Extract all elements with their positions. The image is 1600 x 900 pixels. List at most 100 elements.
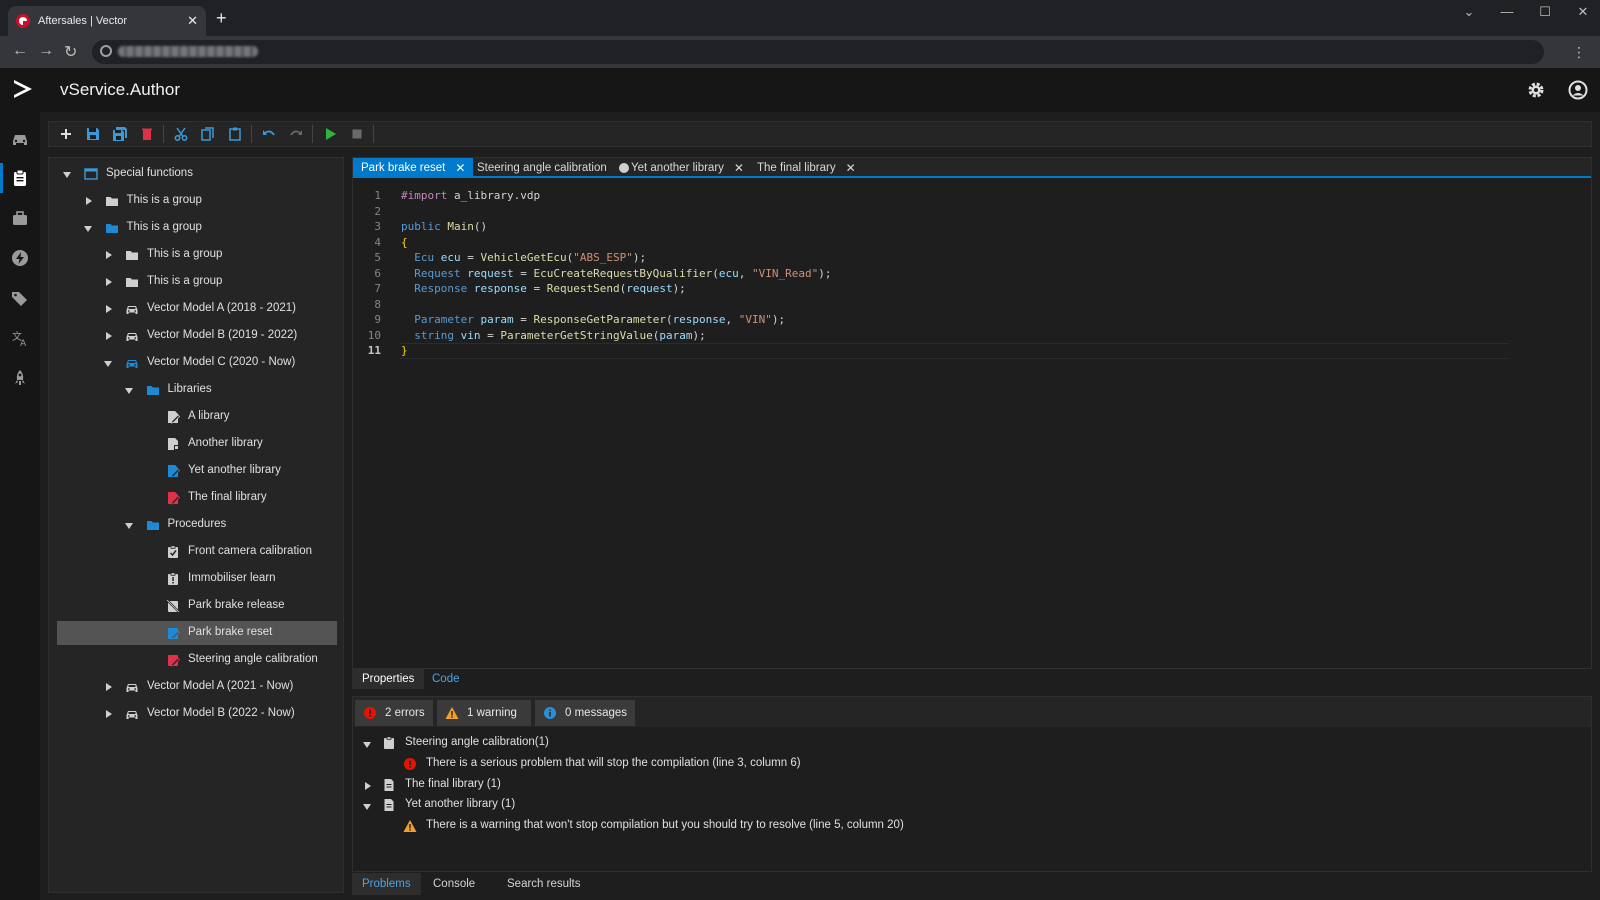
bottom-tab-search-results[interactable]: Search results bbox=[497, 873, 591, 895]
tree-item[interactable]: Vector Model C (2020 - Now) bbox=[57, 351, 337, 375]
toolbox-icon[interactable] bbox=[11, 209, 29, 227]
problem-row[interactable]: There is a serious problem that will sto… bbox=[361, 754, 1581, 774]
chevron-right-icon[interactable] bbox=[84, 196, 94, 206]
copy-icon[interactable] bbox=[195, 123, 220, 145]
vehicles-car-icon[interactable] bbox=[11, 130, 29, 148]
close-tab-icon[interactable]: ✕ bbox=[455, 161, 465, 175]
tree-item[interactable]: This is a group bbox=[57, 270, 337, 294]
problem-filter[interactable]: 2 errors bbox=[355, 700, 433, 726]
chevron-right-icon[interactable] bbox=[104, 682, 114, 692]
problem-group-row[interactable]: Yet another library (1) bbox=[361, 795, 1581, 815]
chevron-right-icon[interactable] bbox=[104, 277, 114, 287]
tree-item[interactable]: A library bbox=[57, 405, 337, 429]
editor-tab[interactable]: Steering angle calibration bbox=[469, 158, 637, 178]
paste-icon[interactable] bbox=[222, 123, 247, 145]
folder-open-icon bbox=[146, 383, 160, 397]
browser-menu-icon[interactable]: ⋮ bbox=[1572, 44, 1586, 61]
problem-group-row[interactable]: Steering angle calibration(1) bbox=[361, 733, 1581, 753]
tree-item[interactable]: Vector Model B (2019 - 2022) bbox=[57, 324, 337, 348]
close-tab-icon[interactable]: ✕ bbox=[846, 161, 856, 175]
activity-rail: 文A bbox=[0, 112, 40, 900]
problem-group-row[interactable]: The final library (1) bbox=[361, 775, 1581, 795]
cut-icon[interactable] bbox=[168, 123, 193, 145]
tree-item[interactable]: Vector Model A (2018 - 2021) bbox=[57, 297, 337, 321]
chevron-right-icon[interactable] bbox=[363, 781, 373, 791]
code-line: 3 public Main() bbox=[353, 219, 1553, 235]
bottom-tab-problems[interactable]: Problems bbox=[352, 873, 421, 895]
code-token: ( bbox=[665, 313, 673, 326]
address-bar[interactable] bbox=[92, 40, 1544, 64]
author-clipboard-icon[interactable] bbox=[11, 169, 29, 187]
rocket-icon[interactable] bbox=[11, 369, 29, 387]
problem-row[interactable]: There is a warning that won't stop compi… bbox=[361, 816, 1581, 836]
delete-icon[interactable] bbox=[134, 123, 159, 145]
bottom-tab-console[interactable]: Console bbox=[423, 873, 485, 895]
close-window-button[interactable]: ✕ bbox=[1574, 4, 1592, 20]
reload-icon[interactable]: ↻ bbox=[64, 42, 77, 62]
tree-item[interactable]: This is a group bbox=[57, 216, 337, 240]
code-area[interactable]: 1 #import a_library.vdp 2 3 public Main() 4{5… bbox=[353, 180, 1591, 668]
save-all-icon[interactable] bbox=[107, 123, 132, 145]
chevron-down-icon[interactable] bbox=[63, 169, 73, 179]
library-red-icon bbox=[166, 491, 181, 505]
minimize-button[interactable]: — bbox=[1498, 4, 1516, 20]
panel-tab-properties[interactable]: Properties bbox=[352, 669, 425, 689]
run-play-icon[interactable] bbox=[317, 123, 342, 145]
tree-item[interactable]: Front camera calibration bbox=[57, 540, 337, 564]
tree-item[interactable]: Yet another library bbox=[57, 459, 337, 483]
tree-item[interactable]: The final library bbox=[57, 486, 337, 510]
code-token: = bbox=[513, 266, 534, 280]
tree-item[interactable]: This is a group bbox=[57, 243, 337, 267]
tree-item[interactable]: Vector Model B (2022 - Now) bbox=[57, 702, 337, 726]
account-icon[interactable] bbox=[1568, 80, 1588, 100]
close-tab-icon[interactable]: ✕ bbox=[734, 161, 744, 175]
flash-icon[interactable] bbox=[11, 249, 29, 267]
chevron-right-icon[interactable] bbox=[104, 709, 114, 719]
chevron-right-icon[interactable] bbox=[104, 250, 114, 260]
chevron-down-icon[interactable] bbox=[83, 223, 94, 233]
maximize-button[interactable]: ☐ bbox=[1536, 4, 1554, 20]
browser-tab[interactable]: Aftersales | Vector ✕ bbox=[8, 6, 206, 36]
line-number: 5 bbox=[374, 251, 381, 264]
stop-icon[interactable] bbox=[344, 123, 369, 145]
tree-item[interactable]: Immobiliser learn bbox=[57, 567, 337, 591]
panel-tab-code[interactable]: Code bbox=[422, 669, 470, 689]
close-tab-icon[interactable]: ✕ bbox=[187, 13, 198, 29]
translate-icon[interactable]: 文A bbox=[11, 329, 29, 347]
problem-filter[interactable]: 0 messages bbox=[535, 700, 635, 726]
editor-tab[interactable]: The final library ✕ bbox=[749, 158, 864, 178]
editor-tab[interactable]: Yet another library ✕ bbox=[623, 158, 752, 178]
tree-item[interactable]: Steering angle calibration bbox=[57, 648, 337, 672]
undo-icon[interactable] bbox=[256, 123, 281, 145]
chevron-down-icon[interactable] bbox=[104, 358, 114, 368]
chevron-down-icon[interactable] bbox=[363, 801, 373, 811]
save-icon[interactable] bbox=[80, 123, 105, 145]
tab-search-button[interactable]: ⌄ bbox=[1460, 4, 1478, 20]
problem-filter[interactable]: 1 warning bbox=[437, 700, 531, 726]
line-number: 11 bbox=[367, 344, 381, 357]
site-info-icon[interactable] bbox=[100, 45, 112, 57]
back-icon[interactable]: ← bbox=[12, 42, 28, 60]
tree-item[interactable]: Special functions bbox=[57, 162, 337, 186]
editor-tab[interactable]: Park brake reset ✕ bbox=[353, 158, 474, 178]
forward-icon[interactable]: → bbox=[38, 42, 54, 60]
tree-item[interactable]: Procedures bbox=[57, 513, 337, 537]
chevron-down-icon[interactable] bbox=[124, 520, 135, 530]
tags-icon[interactable] bbox=[11, 289, 29, 307]
tree-item[interactable]: Another library bbox=[57, 432, 337, 456]
tree-item[interactable]: Libraries bbox=[57, 378, 337, 402]
chevron-right-icon[interactable] bbox=[104, 331, 114, 341]
car-blue-icon bbox=[125, 356, 139, 370]
tree-item[interactable]: This is a group bbox=[57, 189, 337, 213]
tree-item[interactable]: Vector Model A (2021 - Now) bbox=[57, 675, 337, 699]
tree-item[interactable]: Park brake release bbox=[57, 594, 337, 618]
redo-icon[interactable] bbox=[283, 123, 308, 145]
settings-gear-icon[interactable] bbox=[1526, 80, 1546, 100]
line-number: 2 bbox=[374, 204, 381, 218]
chevron-down-icon[interactable] bbox=[363, 739, 373, 749]
chevron-down-icon[interactable] bbox=[124, 385, 135, 395]
new-icon[interactable] bbox=[53, 123, 78, 145]
new-tab-button[interactable]: + bbox=[216, 9, 227, 27]
tree-item[interactable]: Park brake reset bbox=[57, 621, 337, 645]
chevron-right-icon[interactable] bbox=[104, 304, 114, 314]
